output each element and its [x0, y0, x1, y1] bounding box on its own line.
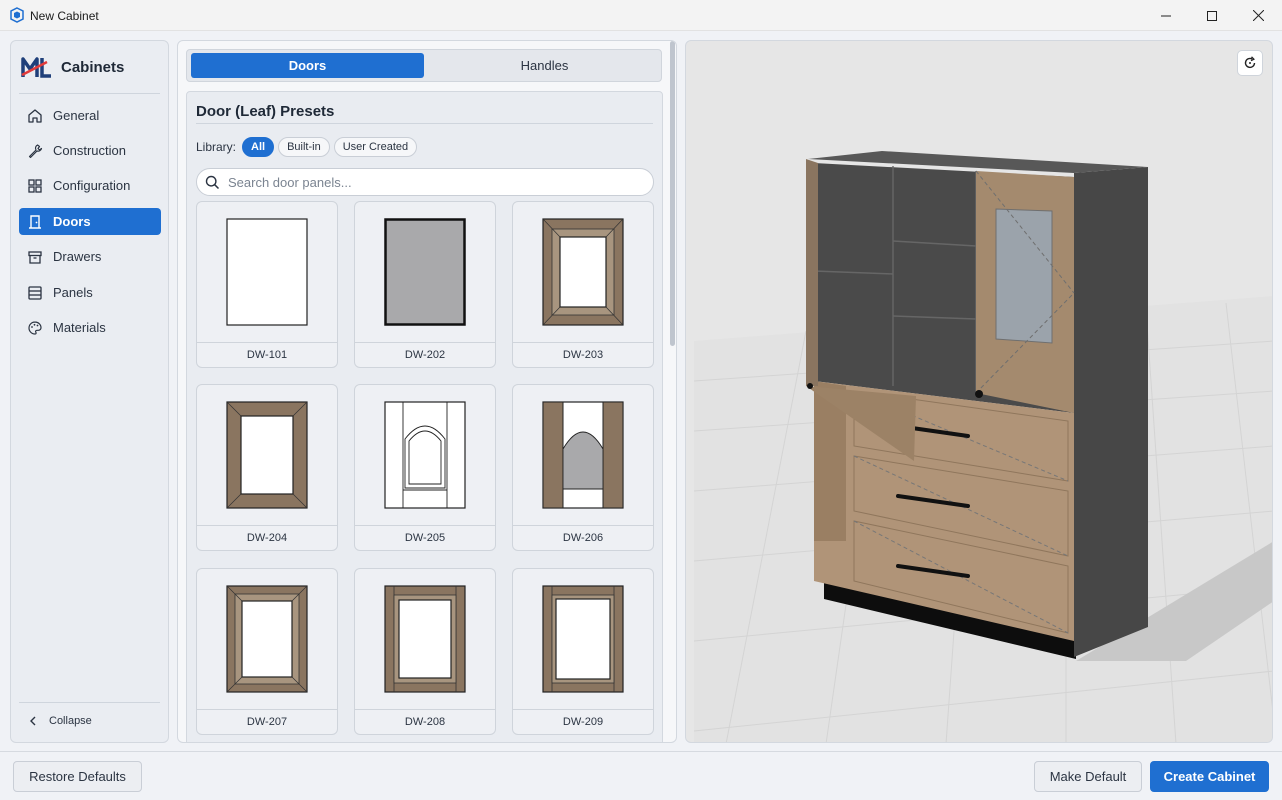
sidebar-item-construction[interactable]: Construction — [19, 137, 161, 164]
close-button[interactable] — [1235, 0, 1281, 31]
minimize-icon — [1161, 15, 1171, 16]
door-preview — [355, 202, 495, 342]
door-preview — [355, 569, 495, 709]
palette-icon — [28, 320, 42, 335]
door-preset-card[interactable]: DW-207 — [196, 568, 338, 735]
chevron-left-icon — [30, 716, 36, 726]
sidebar-item-configuration[interactable]: Configuration — [19, 172, 161, 199]
create-cabinet-button[interactable]: Create Cabinet — [1150, 761, 1269, 792]
door-preview — [513, 385, 653, 525]
refresh-icon — [1244, 56, 1256, 69]
search-input[interactable] — [228, 174, 628, 190]
sidebar-divider — [19, 702, 160, 703]
sidebar: Cabinets General Construction Configurat… — [10, 40, 169, 743]
door-preview — [355, 385, 495, 525]
maximize-icon — [1207, 10, 1217, 21]
preset-code: DW-208 — [355, 709, 495, 734]
footer: Restore Defaults Make Default Create Cab… — [0, 751, 1282, 800]
preset-code: DW-206 — [513, 525, 653, 550]
close-icon — [1252, 10, 1264, 21]
door-preset-card[interactable]: DW-101 — [196, 201, 338, 368]
collapse-label: Collapse — [49, 715, 92, 727]
grid-icon — [28, 178, 42, 193]
home-icon — [28, 108, 42, 123]
preset-code: DW-203 — [513, 342, 653, 367]
section-title: Door (Leaf) Presets — [196, 103, 335, 120]
door-preview — [197, 202, 337, 342]
door-preset-card[interactable]: DW-204 — [196, 384, 338, 551]
section-divider — [196, 123, 653, 124]
door-preset-card[interactable]: DW-203 — [512, 201, 654, 368]
preset-code: DW-101 — [197, 342, 337, 367]
door-settings-panel: Doors Handles Door (Leaf) Presets Librar… — [177, 40, 677, 743]
brand-logo-icon — [21, 57, 51, 78]
door-preview — [197, 385, 337, 525]
wrench-icon — [28, 143, 43, 158]
door-preview — [513, 202, 653, 342]
preset-code: DW-204 — [197, 525, 337, 550]
brand: Cabinets — [21, 55, 124, 79]
scrollbar-thumb[interactable] — [670, 41, 675, 346]
reset-view-button[interactable] — [1237, 50, 1263, 76]
cabinet-render — [693, 151, 1272, 742]
door-preset-card[interactable]: DW-208 — [354, 568, 496, 735]
tab-bar: Doors Handles — [186, 49, 662, 82]
sidebar-item-drawers[interactable]: Drawers — [19, 243, 161, 270]
sidebar-item-label: Drawers — [53, 249, 102, 264]
filter-all-chip[interactable]: All — [242, 137, 275, 157]
sidebar-item-label: Materials — [53, 320, 106, 335]
door-preset-card[interactable]: DW-206 — [512, 384, 654, 551]
app-icon — [10, 7, 24, 23]
door-preview — [513, 569, 653, 709]
preset-code: DW-207 — [197, 709, 337, 734]
cabinet-3d-preview[interactable] — [685, 40, 1273, 743]
window-title: New Cabinet — [30, 9, 99, 23]
preset-code: DW-202 — [355, 342, 495, 367]
drawer-icon — [28, 250, 42, 264]
sidebar-item-label: Construction — [53, 143, 126, 158]
search-box — [196, 168, 654, 196]
sidebar-item-materials[interactable]: Materials — [19, 314, 161, 341]
sidebar-item-panels[interactable]: Panels — [19, 279, 161, 306]
door-presets-section: Door (Leaf) Presets Library: All Built-i… — [186, 91, 663, 742]
preset-code: DW-205 — [355, 525, 495, 550]
sidebar-item-label: Configuration — [53, 178, 131, 193]
tab-handles[interactable]: Handles — [428, 53, 661, 78]
title-bar: New Cabinet — [0, 0, 1282, 31]
maximize-button[interactable] — [1189, 0, 1235, 31]
door-preset-card[interactable]: DW-205 — [354, 384, 496, 551]
panels-icon — [28, 285, 42, 300]
search-icon — [205, 175, 220, 189]
door-preset-card[interactable]: DW-202 — [354, 201, 496, 368]
sidebar-item-doors[interactable]: Doors — [19, 208, 161, 235]
brand-name: Cabinets — [61, 58, 125, 76]
door-preview — [197, 569, 337, 709]
sidebar-item-label: Doors — [53, 214, 91, 229]
filter-built-in-chip[interactable]: Built-in — [278, 137, 330, 157]
restore-defaults-button[interactable]: Restore Defaults — [13, 761, 142, 792]
library-filter: Library: All Built-in User Created — [196, 137, 418, 157]
sidebar-item-general[interactable]: General — [19, 102, 161, 129]
tab-doors[interactable]: Doors — [191, 53, 424, 78]
filter-user-created-chip[interactable]: User Created — [333, 137, 418, 157]
minimize-button[interactable] — [1143, 0, 1189, 31]
library-label: Library: — [196, 140, 237, 154]
collapse-button[interactable]: Collapse — [29, 715, 92, 727]
preset-code: DW-209 — [513, 709, 653, 734]
make-default-button[interactable]: Make Default — [1034, 761, 1142, 792]
door-preset-card[interactable]: DW-209 — [512, 568, 654, 735]
sidebar-divider — [19, 93, 160, 94]
sidebar-item-label: General — [53, 108, 100, 123]
sidebar-item-label: Panels — [53, 285, 93, 300]
door-icon — [29, 214, 41, 229]
